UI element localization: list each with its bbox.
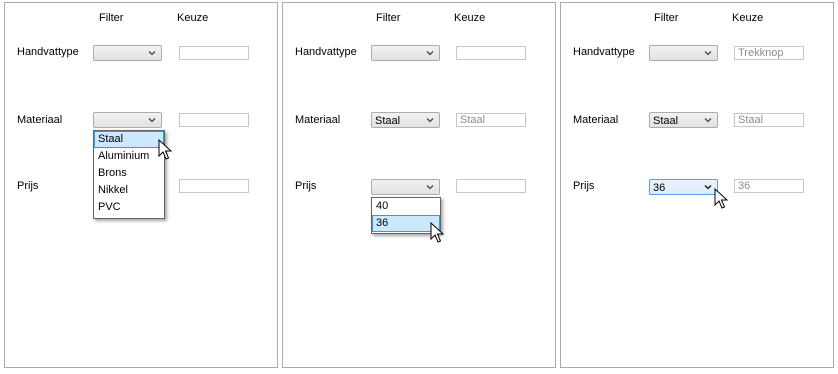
prijs-label: Prijs	[17, 180, 39, 192]
handvattype-label: Handvattype	[295, 46, 357, 58]
chevron-down-icon	[704, 184, 712, 190]
handvattype-keuze-field	[179, 46, 249, 60]
keuze-header: Keuze	[177, 12, 209, 24]
materiaal-keuze-field: Staal	[734, 113, 804, 127]
materiaal-filter-combo[interactable]: Staal	[649, 112, 718, 128]
prijs-filter-combo[interactable]: 36	[649, 179, 718, 195]
dropdown-option-staal[interactable]: Staal	[94, 131, 164, 148]
mouse-pointer-icon	[430, 222, 444, 243]
materiaal-filter-combo[interactable]	[93, 112, 162, 128]
dropdown-option-nikkel[interactable]: Nikkel	[94, 182, 164, 199]
panel-3: Filter Keuze Handvattype Trekknop Materi…	[560, 2, 834, 368]
chevron-down-icon	[704, 51, 712, 56]
chevron-down-icon	[148, 118, 156, 123]
handvattype-label: Handvattype	[17, 46, 79, 58]
filter-header: Filter	[376, 12, 401, 24]
chevron-down-icon	[704, 118, 712, 123]
keuze-header: Keuze	[732, 12, 764, 24]
prijs-label: Prijs	[573, 180, 595, 192]
mouse-pointer-icon	[714, 188, 728, 209]
prijs-keuze-field: 36	[734, 179, 804, 193]
prijs-filter-combo[interactable]	[371, 179, 440, 195]
chevron-down-icon	[426, 185, 434, 190]
materiaal-keuze-field	[179, 113, 249, 127]
materiaal-filter-value: Staal	[653, 115, 679, 127]
filter-header: Filter	[654, 12, 679, 24]
chevron-down-icon	[426, 51, 434, 56]
materiaal-filter-value: Staal	[375, 115, 401, 127]
handvattype-label: Handvattype	[573, 46, 635, 58]
prijs-label: Prijs	[295, 180, 317, 192]
keuze-header: Keuze	[454, 12, 486, 24]
mouse-pointer-icon	[158, 139, 172, 160]
materiaal-filter-combo[interactable]: Staal	[371, 112, 440, 128]
handvattype-filter-combo[interactable]	[371, 45, 440, 61]
materiaal-label: Materiaal	[573, 114, 619, 126]
chevron-down-icon	[426, 118, 434, 123]
dropdown-option-40[interactable]: 40	[372, 198, 440, 215]
panel-1: Filter Keuze Handvattype Materiaal Prijs…	[4, 2, 278, 368]
prijs-keuze-field	[179, 179, 249, 193]
materiaal-keuze-field: Staal	[456, 113, 526, 127]
prijs-keuze-value: 36	[738, 180, 751, 192]
materiaal-keuze-value: Staal	[460, 114, 486, 126]
prijs-filter-value: 36	[653, 182, 666, 194]
panel-2: Filter Keuze Handvattype Materiaal Staal…	[282, 2, 556, 368]
materiaal-label: Materiaal	[295, 114, 341, 126]
chevron-down-icon	[148, 51, 156, 56]
dropdown-option-aluminium[interactable]: Aluminium	[94, 148, 164, 165]
filter-header: Filter	[99, 12, 124, 24]
prijs-keuze-field	[456, 179, 526, 193]
handvattype-keuze-value: Trekknop	[738, 47, 784, 59]
handvattype-keuze-field: Trekknop	[734, 46, 804, 60]
handvattype-filter-combo[interactable]	[93, 45, 162, 61]
handvattype-keuze-field	[456, 46, 526, 60]
materiaal-dropdown-list: Staal Aluminium Brons Nikkel PVC	[93, 130, 165, 219]
materiaal-label: Materiaal	[17, 114, 63, 126]
materiaal-keuze-value: Staal	[738, 114, 764, 126]
dropdown-option-pvc[interactable]: PVC	[94, 199, 164, 216]
dropdown-option-brons[interactable]: Brons	[94, 165, 164, 182]
handvattype-filter-combo[interactable]	[649, 45, 718, 61]
